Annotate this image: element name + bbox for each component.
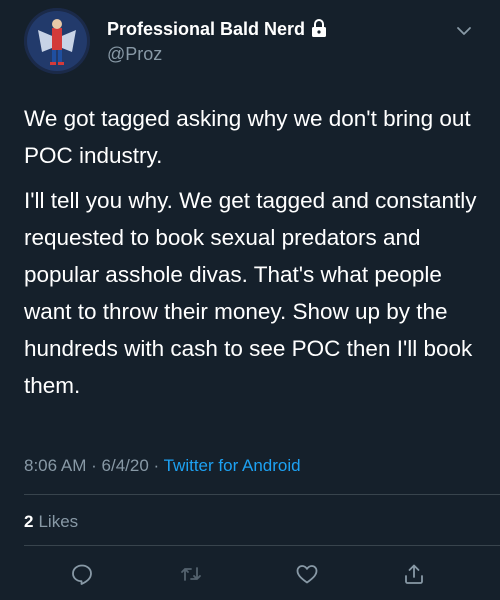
tweet-time[interactable]: 8:06 AM [24,456,86,475]
tweet-date[interactable]: 6/4/20 [102,456,149,475]
avatar[interactable] [24,8,90,74]
tweet-header: Professional Bald Nerd @Proz [0,0,500,90]
divider [24,494,500,495]
share-icon[interactable] [402,562,426,586]
tweet-paragraph: I'll tell you why. We get tagged and con… [24,188,477,398]
chevron-down-icon[interactable] [455,22,473,40]
reply-icon[interactable] [70,562,94,586]
divider [24,545,500,546]
likes-link[interactable]: 2 Likes [24,512,78,532]
handle[interactable]: @Proz [107,44,162,65]
lock-icon [311,19,327,42]
meta-separator: · [153,456,160,475]
tweet-paragraph: We got tagged asking why we don't bring … [24,106,471,168]
display-name-text[interactable]: Professional Bald Nerd [107,19,305,39]
meta-separator: · [91,456,97,475]
tweet-source-link[interactable]: Twitter for Android [164,456,301,475]
tweet-text: We got tagged asking why we don't bring … [24,100,484,404]
tweet-meta: 8:06 AM · 6/4/20 · Twitter for Android [24,456,301,476]
likes-label: Likes [38,512,79,531]
likes-count: 2 [24,512,34,531]
like-icon[interactable] [295,562,319,586]
display-name[interactable]: Professional Bald Nerd [107,19,327,42]
retweet-icon[interactable] [179,562,203,586]
